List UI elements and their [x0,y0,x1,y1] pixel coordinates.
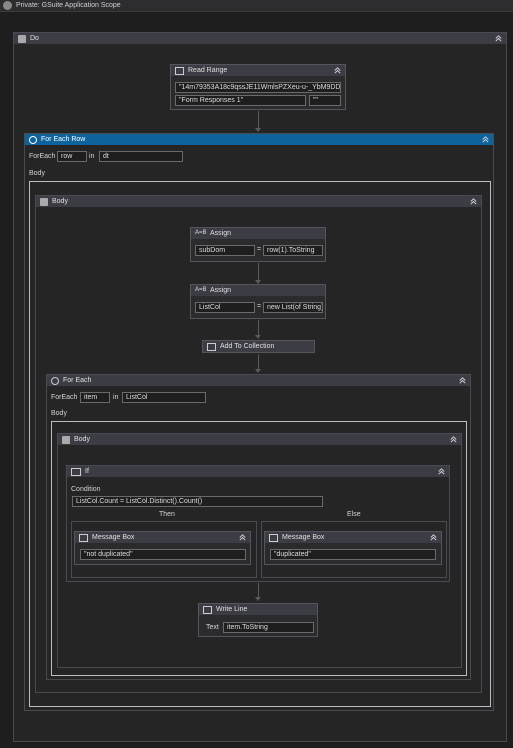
equals-sign: = [257,303,262,310]
assign-icon: A=B [195,286,207,293]
condition-field[interactable]: ListCol.Count = ListCol.Distinct().Count… [72,496,323,507]
collapse-icon[interactable] [449,435,458,444]
in-label: in [89,153,95,160]
message-text-field[interactable]: "duplicated" [270,549,436,560]
sheet-name-field[interactable]: "Form Responses 1" [175,95,306,106]
assign-value-field[interactable]: new List(of String) [263,302,323,313]
message-box-title: Message Box [92,534,135,541]
assign-title: Assign [210,287,232,294]
assign-activity-2[interactable]: A=B Assign ListCol = new List(of String) [190,284,326,319]
collapse-icon[interactable] [429,533,438,542]
range-field[interactable]: "" [309,95,341,106]
message-box-header[interactable]: Message Box [265,532,441,543]
write-line-activity[interactable]: Write Line Text item.ToString [198,603,318,637]
row-variable-field[interactable]: row [57,151,87,162]
item-variable-field[interactable]: item [80,392,110,403]
designer-title-bar: Private: GSuite Application Scope [0,0,513,12]
sheet-icon [175,66,184,75]
collapse-icon[interactable] [481,135,490,144]
connector-line [258,111,259,129]
collapse-icon[interactable] [238,533,247,542]
write-line-text-field[interactable]: item.ToString [223,622,314,633]
equals-sign: = [257,246,262,253]
message-box-icon [269,533,278,542]
message-box-icon [79,533,88,542]
add-to-collection-title: Add To Collection [220,343,275,350]
spreadsheet-id-field[interactable]: "14m79353A18c9qssJE11WmlsPZXeu-u-_YbM9DD… [175,82,341,93]
assign-icon: A=B [195,229,207,236]
for-each-header[interactable]: For Each [47,375,470,386]
body-sequence-title: Body [52,198,68,205]
condition-label: Condition [71,486,101,493]
if-icon [71,467,81,476]
connector-line [258,320,259,336]
sequence-icon [18,34,26,43]
collapse-icon[interactable] [494,34,503,43]
datatable-field[interactable]: dt [99,151,183,162]
collapse-icon[interactable] [437,467,446,476]
read-range-activity[interactable]: Read Range "14m79353A18c9qssJE11WmlsPZXe… [170,64,346,110]
for-each-row-title: For Each Row [41,136,86,143]
message-text-field[interactable]: "not duplicated" [80,549,246,560]
for-each-row-header[interactable]: For Each Row [25,134,493,145]
assign-value-field[interactable]: row(1).ToString [263,245,323,256]
window-title: Private: GSuite Application Scope [16,2,121,9]
add-to-collection-header[interactable]: Add To Collection [203,341,314,352]
in-label: in [113,394,119,401]
connector-arrow [255,128,261,132]
do-sequence-title: Do [30,35,39,42]
sequence-icon [40,197,48,206]
foreach-label: ForEach [29,153,56,160]
sequence-icon [62,435,70,444]
add-to-collection-activity[interactable]: Add To Collection [202,340,315,353]
if-title: If [85,468,89,475]
text-label: Text [206,624,219,631]
connector-line [258,263,259,281]
collection-icon [207,342,216,351]
assign-header[interactable]: A=B Assign [191,285,325,296]
loop-icon [29,135,37,144]
message-box-header[interactable]: Message Box [75,532,250,543]
assign-header[interactable]: A=B Assign [191,228,325,239]
body-label: Body [29,170,45,177]
write-line-icon [203,605,212,614]
read-range-title: Read Range [188,67,228,74]
connector-arrow [255,597,261,601]
write-line-title: Write Line [216,606,248,613]
assign-to-field[interactable]: ListCol [195,302,255,313]
collection-field[interactable]: ListCol [122,392,206,403]
assign-to-field[interactable]: subDom [195,245,255,256]
assign-activity-1[interactable]: A=B Assign subDom = row(1).ToString [190,227,326,262]
loop-icon [51,376,59,385]
assign-title: Assign [210,230,232,237]
collapse-icon[interactable] [469,197,478,206]
connector-arrow [255,335,261,339]
inner-body-header[interactable]: Body [58,434,461,445]
collapse-icon[interactable] [458,376,467,385]
read-range-header[interactable]: Read Range [171,65,345,76]
connector-arrow [255,369,261,373]
collapse-icon[interactable] [333,66,342,75]
do-sequence-header[interactable]: Do [14,33,506,44]
foreach-label: ForEach [51,394,78,401]
body-sequence-header[interactable]: Body [36,196,481,207]
inner-body-title: Body [74,436,90,443]
if-header[interactable]: If [67,466,449,477]
connector-line [258,583,259,598]
write-line-header[interactable]: Write Line [199,604,317,615]
message-box-else[interactable]: Message Box "duplicated" [264,531,442,565]
message-box-title: Message Box [282,534,325,541]
for-each-title: For Each [63,377,92,384]
scope-icon [3,1,12,10]
message-box-then[interactable]: Message Box "not duplicated" [74,531,251,565]
connector-line [258,354,259,370]
else-label: Else [347,511,361,518]
body-label: Body [51,410,67,417]
then-label: Then [159,511,175,518]
